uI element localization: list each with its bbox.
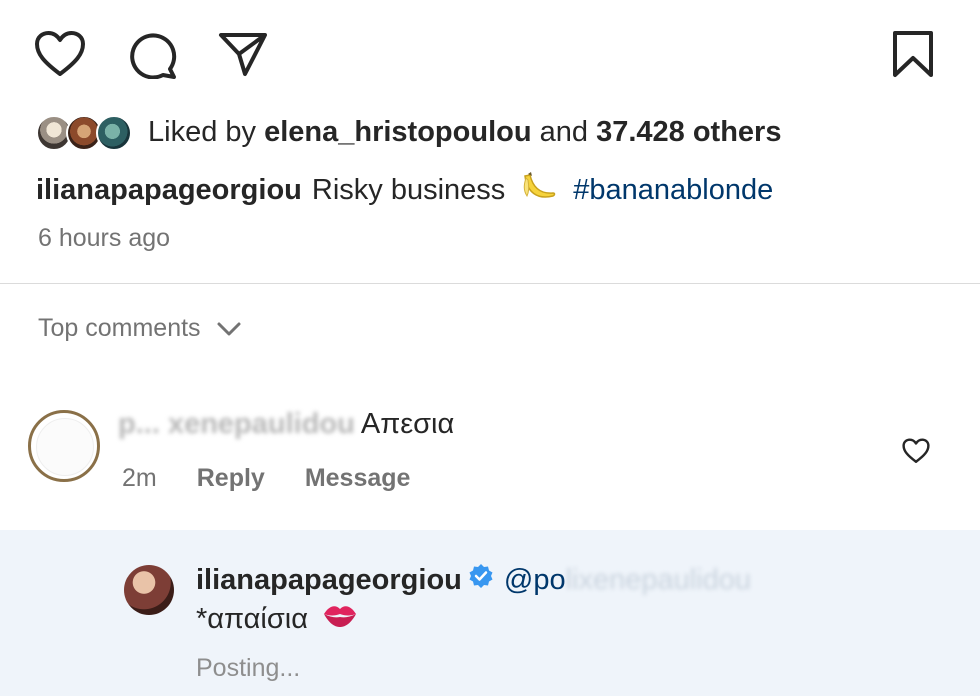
top-comments-dropdown[interactable]: Top comments xyxy=(38,314,243,343)
comment-like-button[interactable] xyxy=(902,438,930,464)
reply-text-row: *απαίσια xyxy=(196,600,358,638)
share-button[interactable] xyxy=(217,30,269,78)
liker-username[interactable]: elena_hristopoulou xyxy=(264,116,531,148)
like-button[interactable] xyxy=(34,30,86,78)
verified-badge-icon xyxy=(468,563,494,597)
reply-mention-obscured: lixenepaulidou xyxy=(565,563,752,596)
banana-emoji xyxy=(519,166,559,214)
comment-meta: 2m Reply Message xyxy=(122,464,410,493)
message-button[interactable]: Message xyxy=(305,464,411,493)
reply-username[interactable]: ilianapapageorgiou xyxy=(196,564,462,597)
likes-middle: and xyxy=(531,115,597,148)
save-button[interactable] xyxy=(891,30,935,78)
commenter-avatar[interactable] xyxy=(28,410,100,482)
kiss-icon xyxy=(323,606,356,627)
paper-plane-icon xyxy=(219,33,267,76)
banana-icon xyxy=(524,172,556,198)
likes-count[interactable]: 37.428 others xyxy=(596,116,781,148)
likes-summary[interactable]: Liked by elena_hristopoulou and 37.428 o… xyxy=(36,110,781,154)
reply-text: *απαίσια xyxy=(196,602,308,635)
reply-avatar[interactable] xyxy=(124,565,174,615)
comment-body: p... xenepaulidou Απεσια xyxy=(118,408,454,441)
heart-icon xyxy=(902,438,930,463)
commenter-username[interactable]: p... xenepaulidou xyxy=(118,408,355,441)
chevron-down-icon xyxy=(217,322,241,335)
avatar xyxy=(96,115,132,151)
caption-username[interactable]: ilianapapageorgiou xyxy=(36,174,302,207)
reply-button[interactable]: Reply xyxy=(197,464,265,493)
liker-avatars xyxy=(36,110,140,154)
caption-hashtag[interactable]: #bananablonde xyxy=(573,174,773,207)
comment-text: Απεσια xyxy=(360,408,455,440)
bookmark-icon xyxy=(893,31,933,77)
post-caption: ilianapapageorgiou Risky business #banan… xyxy=(36,166,773,214)
reply-mention[interactable]: @po xyxy=(504,564,566,597)
top-comments-label: Top comments xyxy=(38,314,201,342)
post-timestamp: 6 hours ago xyxy=(38,224,171,252)
comment-time: 2m xyxy=(122,464,157,492)
comment-icon xyxy=(130,33,177,79)
kiss-emoji xyxy=(322,600,358,638)
posting-status: Posting... xyxy=(196,654,301,682)
likes-prefix: Liked by xyxy=(148,115,265,148)
divider xyxy=(0,283,980,284)
comment-button[interactable] xyxy=(126,31,178,79)
reply-header: ilianapapageorgiou @po lixenepaulidou xyxy=(196,563,751,597)
caption-text: Risky business xyxy=(311,173,506,206)
heart-icon xyxy=(35,31,85,76)
likes-text: Liked by elena_hristopoulou and 37.428 o… xyxy=(148,116,781,149)
